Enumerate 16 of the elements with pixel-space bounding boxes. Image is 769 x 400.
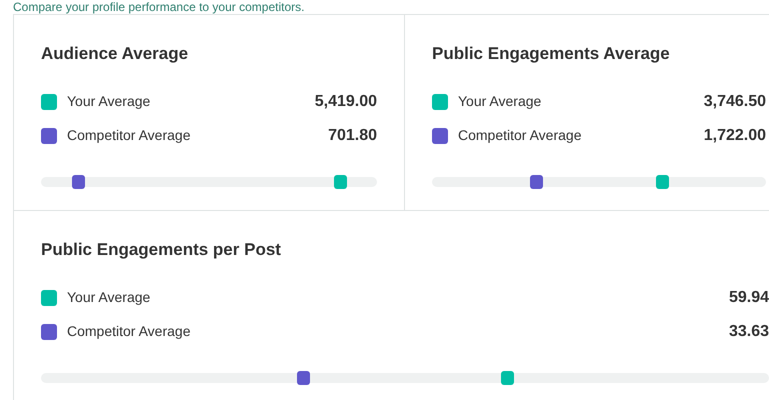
legend-label: Competitor Average — [458, 126, 582, 145]
panel-title: Public Engagements per Post — [41, 239, 282, 261]
metric-value: 59.94 — [728, 288, 769, 308]
legend-label: Competitor Average — [67, 322, 190, 341]
subtitle: Compare your profile performance to your competitors. — [12, 0, 306, 14]
metric-value: 3,746.50 — [704, 92, 766, 112]
legend-label: Your Average — [458, 92, 542, 111]
panel-title: Public Engagements Average — [432, 43, 671, 65]
metric-value: 5,419.00 — [314, 92, 377, 112]
metric-value: 1,722.00 — [704, 126, 766, 146]
legend-label: Competitor Average — [67, 126, 190, 145]
legend-label: Your Average — [67, 92, 150, 111]
legend-label: Your Average — [67, 288, 150, 307]
metric-value: 701.80 — [328, 126, 377, 146]
panel-title: Audience Average — [41, 43, 190, 65]
metric-value: 33.63 — [728, 322, 769, 342]
